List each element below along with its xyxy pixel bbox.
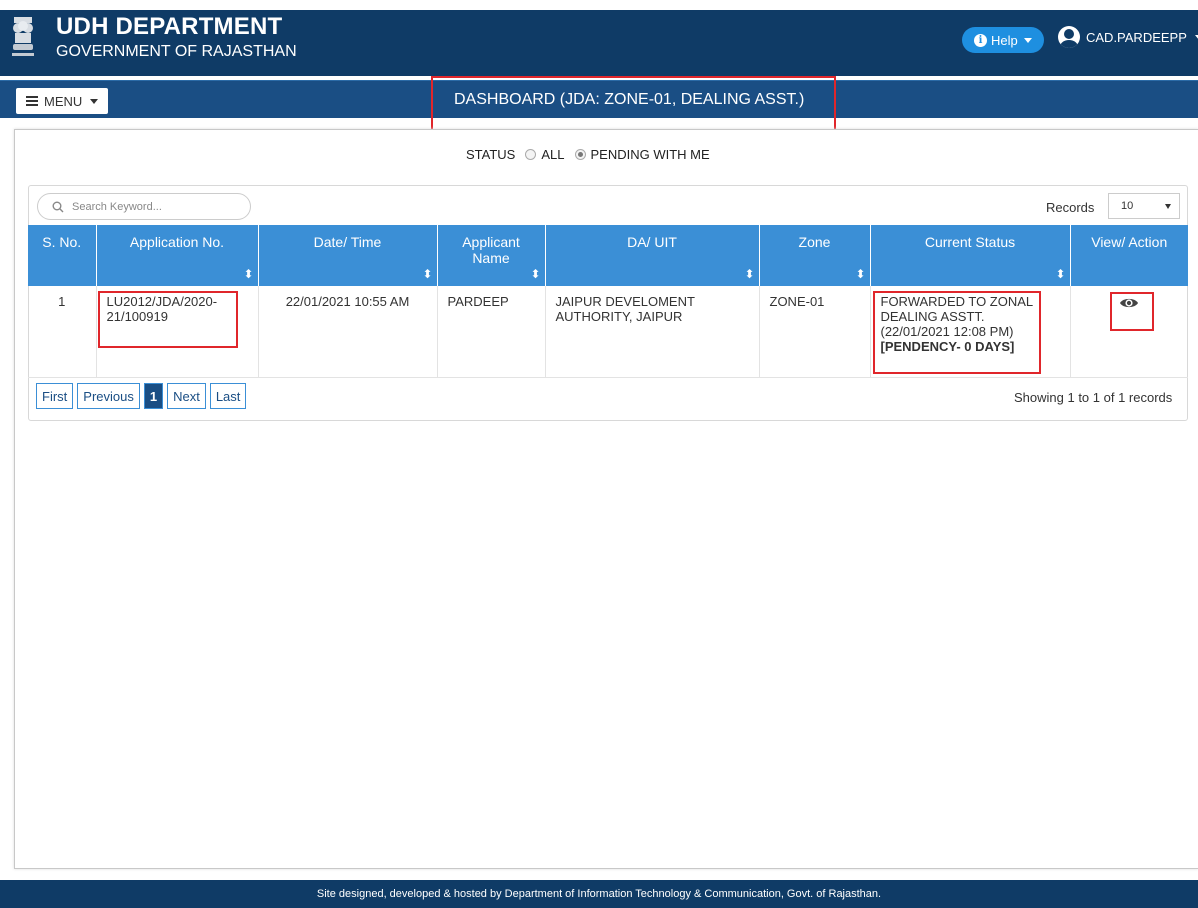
col-zone[interactable]: Zone ⬍ (759, 225, 871, 286)
page-next-button[interactable]: Next (167, 383, 206, 409)
col-zone-label: Zone (798, 234, 831, 250)
status-option-pending: PENDING WITH ME (590, 147, 710, 162)
col-current-status[interactable]: Current Status ⬍ (870, 225, 1071, 286)
records-select[interactable]: 10 (1108, 193, 1180, 219)
status-radio-all[interactable]: ALL (525, 147, 565, 162)
col-datetime-label: Date/ Time (313, 234, 382, 250)
search-placeholder: Search Keyword... (72, 200, 162, 213)
sort-icon: ⬍ (744, 267, 755, 281)
sort-icon: ⬍ (243, 267, 254, 281)
user-avatar-icon (1058, 26, 1080, 48)
status-radio-pending[interactable]: PENDING WITH ME (574, 147, 710, 162)
cell-da-uit: JAIPUR DEVELOMENT AUTHORITY, JAIPUR (545, 286, 760, 378)
highlight-box-status (873, 291, 1041, 374)
cell-applicant: PARDEEP (437, 286, 546, 378)
highlight-box-action (1110, 292, 1154, 331)
col-app-no-label: Application No. (129, 234, 225, 250)
help-button[interactable]: i Help (962, 27, 1044, 53)
status-label: STATUS (466, 147, 516, 162)
footer: Site designed, developed & hosted by Dep… (0, 880, 1198, 908)
sort-icon: ⬍ (1055, 267, 1066, 281)
app-title: UDH DEPARTMENT (56, 13, 283, 40)
col-applicant-label-1: Applicant (462, 234, 520, 250)
page-first-button[interactable]: First (36, 383, 74, 409)
chevron-down-icon (90, 98, 99, 104)
cell-datetime: 22/01/2021 10:55 AM (258, 286, 438, 378)
app-subtitle: GOVERNMENT OF RAJASTHAN (56, 43, 297, 60)
radio-icon (525, 149, 537, 160)
page-last-button[interactable]: Last (209, 383, 247, 409)
col-app-no[interactable]: Application No. ⬍ (96, 225, 259, 286)
menu-button[interactable]: MENU (16, 88, 108, 114)
col-sno-label: S. No. (42, 234, 82, 250)
radio-checked-icon (574, 149, 586, 160)
info-icon: i (974, 33, 987, 47)
dropdown-arrow-icon (1165, 204, 1171, 209)
app-header: UDH DEPARTMENT GOVERNMENT OF RAJASTHAN i… (0, 10, 1198, 76)
da-line-2: AUTHORITY, JAIPUR (555, 309, 683, 324)
sort-icon: ⬍ (530, 267, 541, 281)
page-current-button[interactable]: 1 (143, 383, 164, 409)
state-emblem-icon (12, 17, 34, 56)
menu-label: MENU (44, 93, 83, 109)
status-option-all: ALL (541, 147, 565, 162)
records-label: Records (1046, 200, 1095, 215)
table-header-row: S. No. Application No. ⬍ Date/ Time ⬍ Appl… (28, 225, 1188, 286)
col-applicant-label-2: Name (472, 250, 510, 266)
cell-zone: ZONE-01 (759, 286, 871, 378)
records-summary: Showing 1 to 1 of 1 records (1014, 390, 1173, 405)
cell-sno: 1 (28, 286, 97, 378)
status-filter: STATUS ALL PENDING WITH ME (466, 147, 710, 162)
col-view-action: View/ Action (1070, 225, 1188, 286)
col-sno[interactable]: S. No. (28, 225, 97, 286)
col-da-uit[interactable]: DA/ UIT ⬍ (545, 225, 760, 286)
records-value: 10 (1121, 200, 1134, 212)
da-line-1: JAIPUR DEVELOMENT (555, 294, 695, 309)
chevron-down-icon (1023, 37, 1032, 43)
help-label: Help (991, 32, 1018, 48)
hamburger-icon (26, 96, 38, 106)
pagination: First Previous 1 Next Last (36, 383, 247, 409)
user-menu[interactable]: CAD.PARDEEPP (1058, 26, 1198, 48)
col-current-status-label: Current Status (924, 234, 1016, 250)
col-view-action-label: View/ Action (1091, 234, 1168, 250)
sort-icon: ⬍ (422, 267, 433, 281)
col-applicant[interactable]: Applicant Name ⬍ (437, 225, 546, 286)
search-icon (52, 201, 64, 212)
sort-icon: ⬍ (855, 267, 866, 281)
col-datetime[interactable]: Date/ Time ⬍ (258, 225, 438, 286)
user-name: CAD.PARDEEPP (1086, 29, 1187, 45)
col-da-uit-label: DA/ UIT (627, 234, 677, 250)
page-previous-button[interactable]: Previous (77, 383, 140, 409)
search-input[interactable]: Search Keyword... (37, 193, 251, 220)
highlight-box-app-no (98, 291, 238, 348)
